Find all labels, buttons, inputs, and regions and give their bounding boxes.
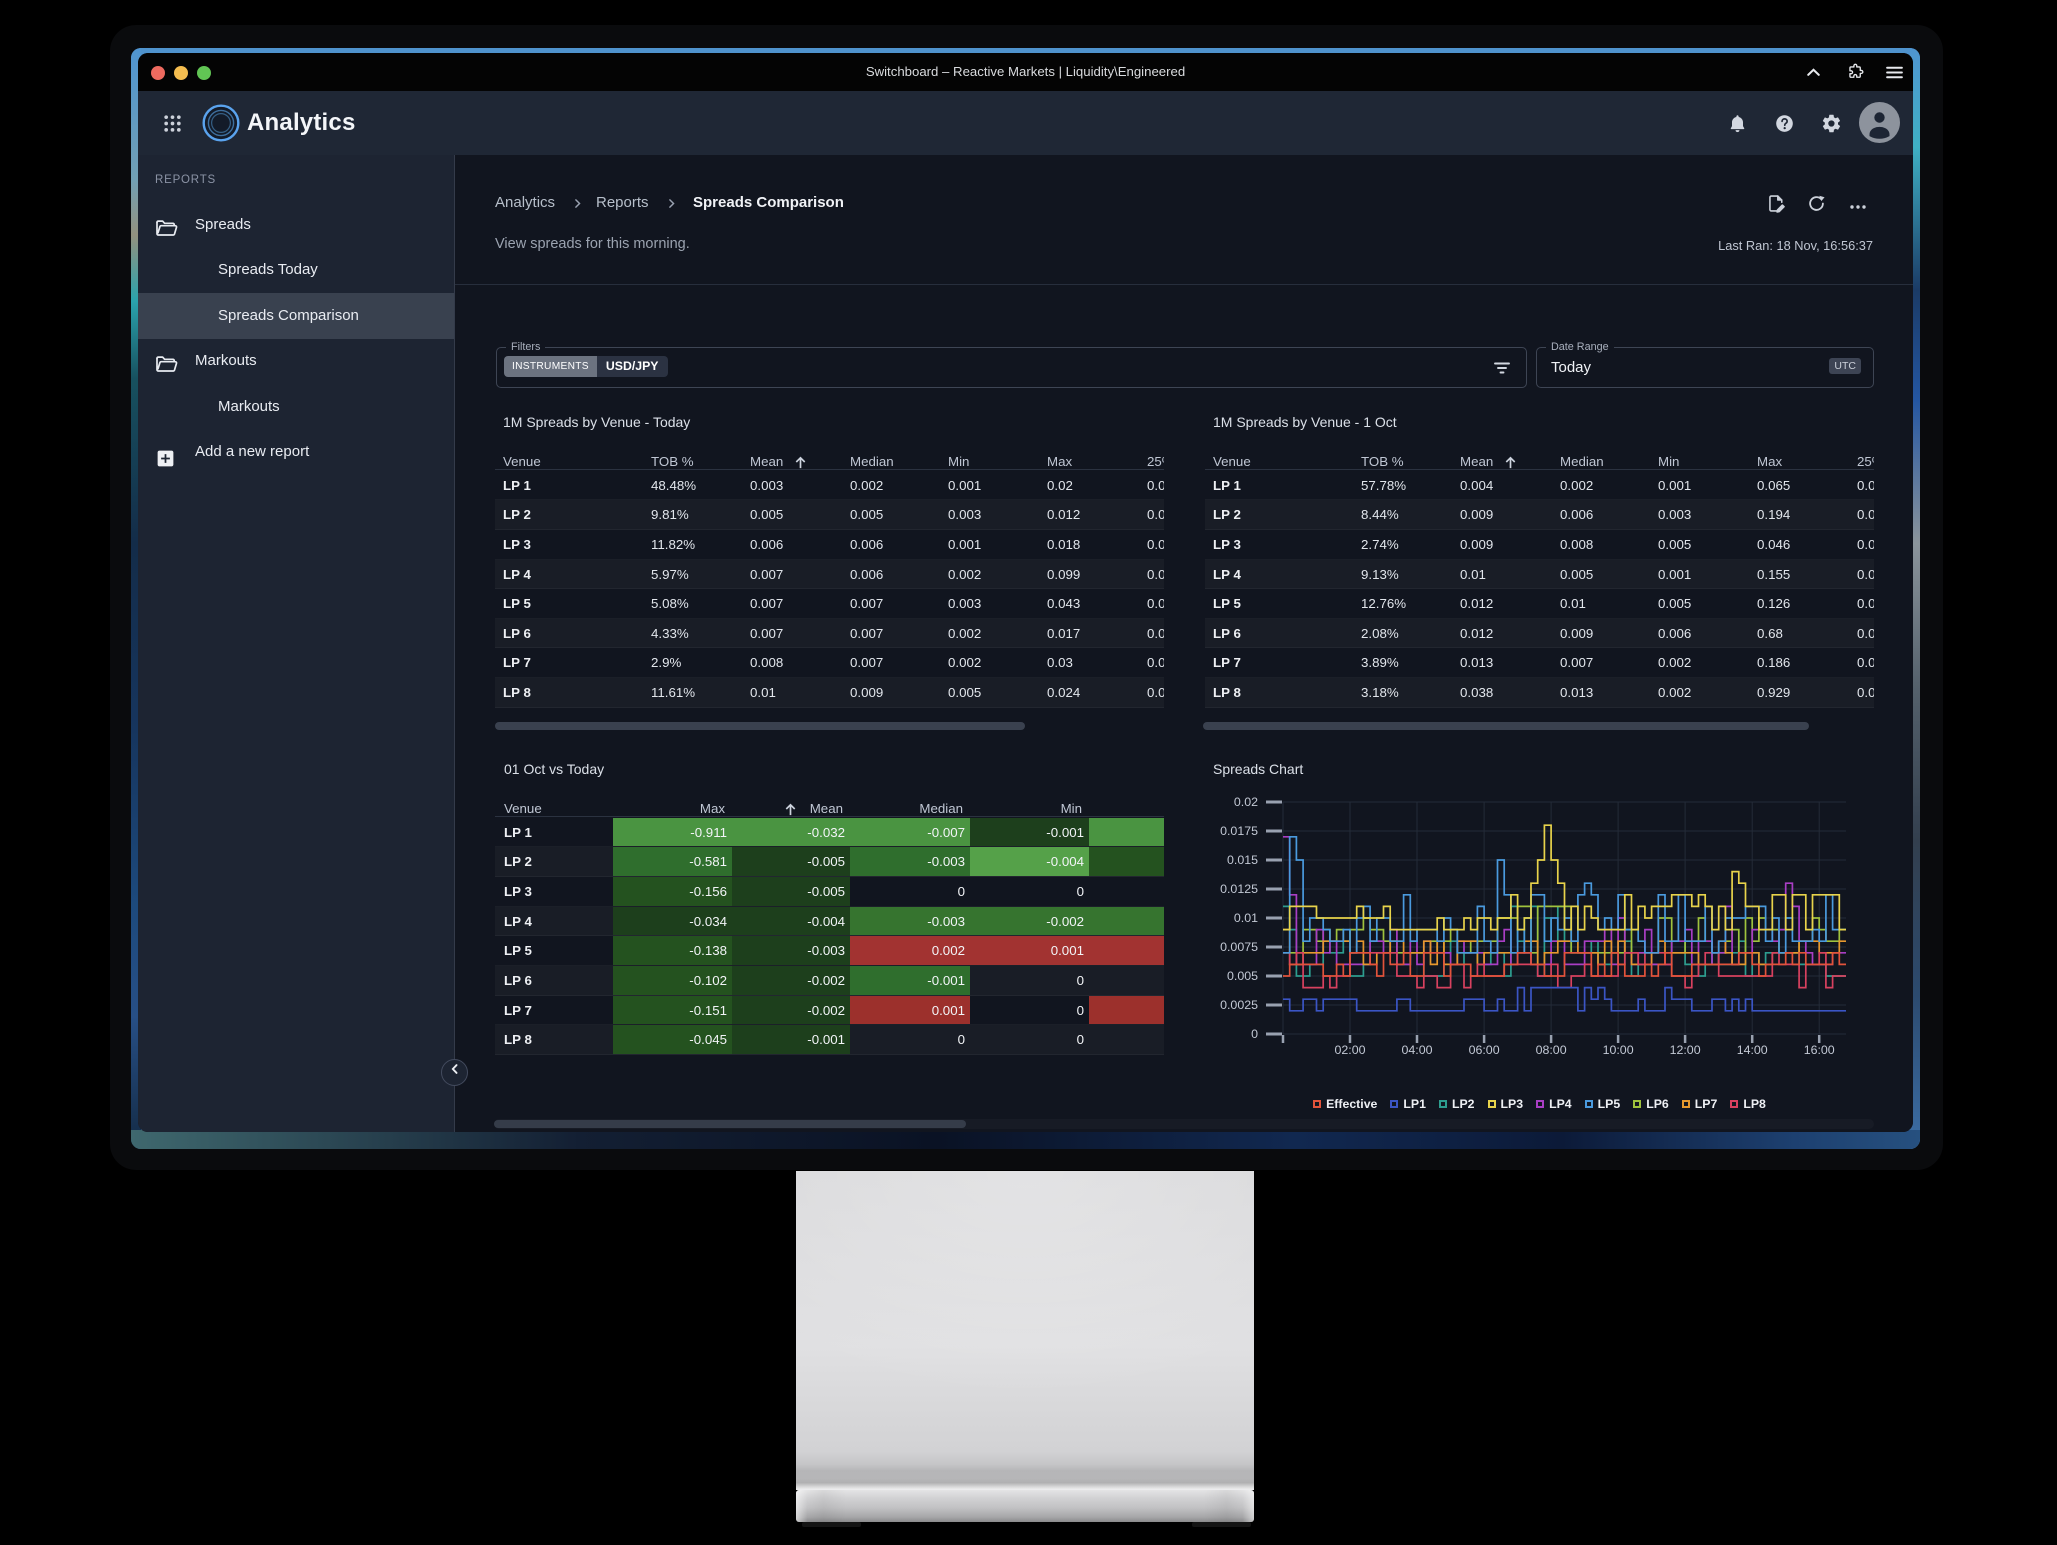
svg-text:0.02: 0.02 <box>1234 795 1258 809</box>
svg-text:0.0075: 0.0075 <box>1220 940 1258 954</box>
svg-text:06:00: 06:00 <box>1469 1043 1500 1057</box>
svg-text:02:00: 02:00 <box>1334 1043 1365 1057</box>
svg-text:0.01: 0.01 <box>1234 911 1258 925</box>
svg-text:04:00: 04:00 <box>1401 1043 1432 1057</box>
svg-text:0.0125: 0.0125 <box>1220 882 1258 896</box>
svg-text:14:00: 14:00 <box>1737 1043 1768 1057</box>
svg-text:08:00: 08:00 <box>1536 1043 1567 1057</box>
svg-text:16:00: 16:00 <box>1804 1043 1835 1057</box>
svg-text:0.0175: 0.0175 <box>1220 824 1258 838</box>
svg-text:0.005: 0.005 <box>1227 969 1258 983</box>
svg-text:10:00: 10:00 <box>1603 1043 1634 1057</box>
svg-text:0: 0 <box>1251 1027 1258 1041</box>
svg-text:12:00: 12:00 <box>1670 1043 1701 1057</box>
svg-text:0.0025: 0.0025 <box>1220 998 1258 1012</box>
svg-text:0.015: 0.015 <box>1227 853 1258 867</box>
